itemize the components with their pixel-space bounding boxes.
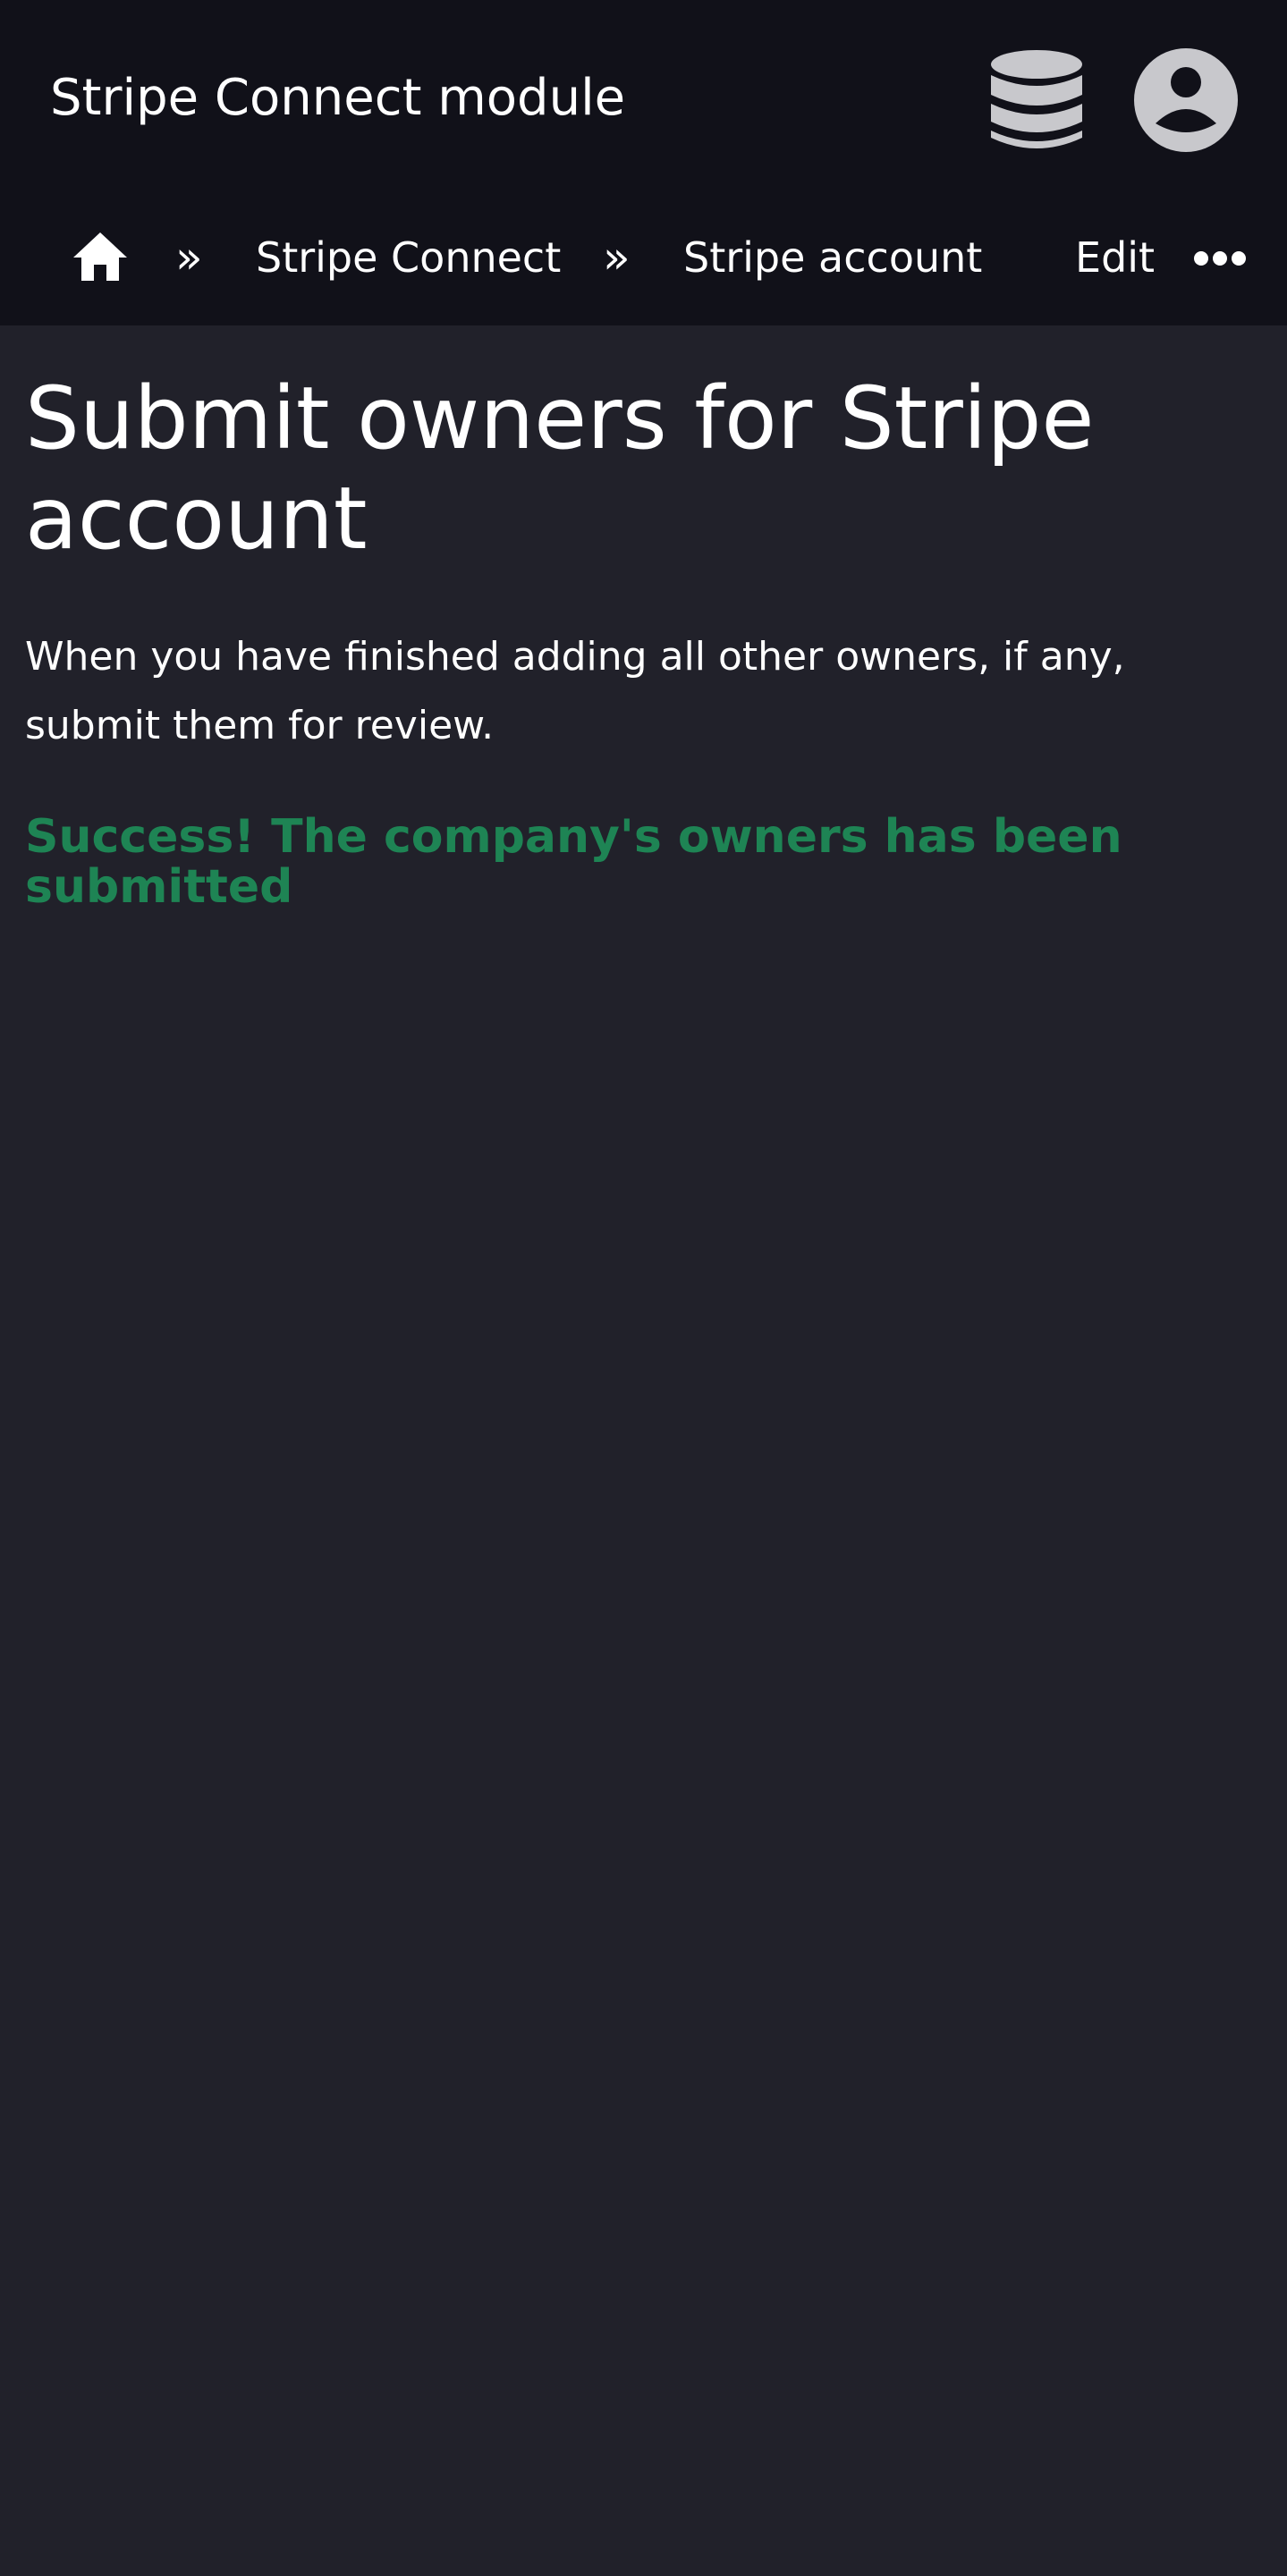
breadcrumb-item-label[interactable]: Edit owners: [1075, 233, 1170, 282]
breadcrumb-item-edit-owners[interactable]: Edit owners: [1075, 229, 1170, 286]
top-bar: Stripe Connect module: [0, 0, 1287, 200]
page-title: Submit owners for Stripe account: [25, 368, 1095, 569]
breadcrumb-separator: »: [175, 232, 203, 283]
app-title[interactable]: Stripe Connect module: [50, 66, 625, 131]
success-message: Success! The company's owners has been s…: [25, 810, 1122, 914]
intro-text: When you have finished adding all other …: [25, 634, 1125, 748]
more-icon[interactable]: [1193, 249, 1247, 268]
breadcrumb-item-stripe-account[interactable]: Stripe account: [683, 229, 982, 286]
home-icon[interactable]: [72, 231, 129, 283]
user-account-icon[interactable]: [1134, 48, 1238, 152]
breadcrumb-separator: »: [603, 232, 631, 283]
database-icon[interactable]: [989, 48, 1084, 152]
breadcrumb-item-stripe-connect[interactable]: Stripe Connect: [256, 229, 561, 286]
